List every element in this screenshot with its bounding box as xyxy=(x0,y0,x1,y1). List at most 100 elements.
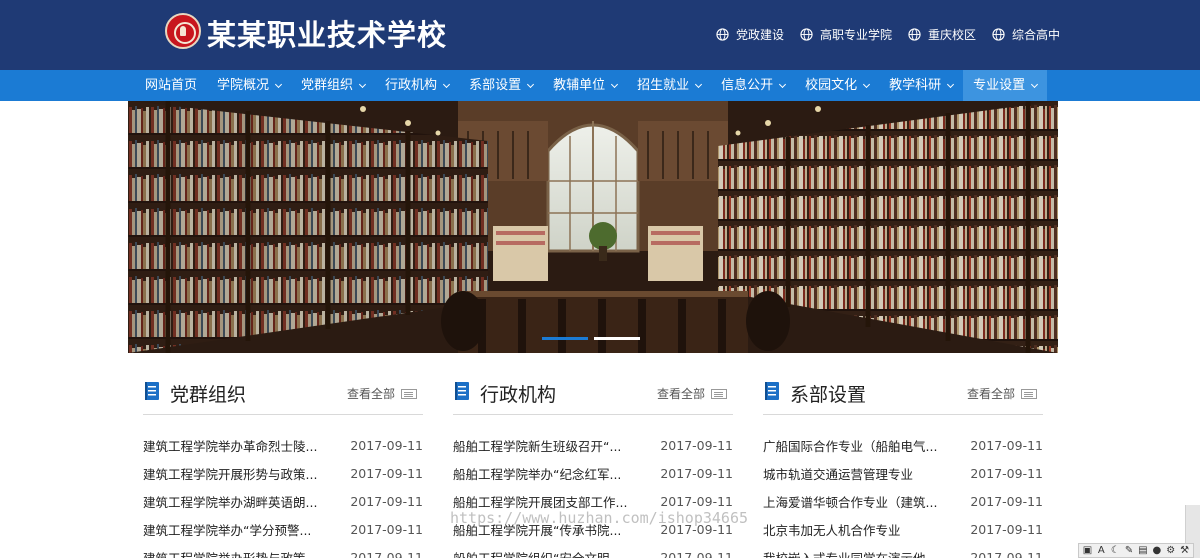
list-item[interactable]: 建筑工程学院举办革命烈士陵... 2017-09-11 xyxy=(143,431,423,459)
globe-icon xyxy=(800,28,813,41)
nav-item-party[interactable]: 党群组织 xyxy=(291,70,375,101)
chevron-down-icon xyxy=(779,80,787,88)
globe-icon xyxy=(716,28,729,41)
item-date: 2017-09-11 xyxy=(660,549,733,558)
pen-icon[interactable]: ✎ xyxy=(1124,545,1135,556)
top-links: 党政建设 高职专业学院 重庆校区 综合高中 xyxy=(716,26,1060,43)
wrench-icon[interactable]: ⚒ xyxy=(1179,545,1190,556)
list-item[interactable]: 建筑工程学院举办形势与政策... 2017-09-11 xyxy=(143,543,423,558)
list-item[interactable]: 船舶工程学院组织“安全文明... 2017-09-11 xyxy=(453,543,733,558)
nav-item-majors[interactable]: 专业设置 xyxy=(963,70,1048,101)
section-admin: 行政机构 查看全部 船舶工程学院新生班级召开“... 2017-09-11 船舶工… xyxy=(453,378,733,558)
nav-label: 招生就业 xyxy=(637,78,690,93)
top-link-vocational[interactable]: 高职专业学院 xyxy=(800,26,892,43)
nav-item-disclosure[interactable]: 信息公开 xyxy=(711,70,795,101)
chevron-down-icon xyxy=(443,80,451,88)
section-title: 系部设置 xyxy=(790,384,867,406)
item-title: 船舶工程学院组织“安全文明... xyxy=(453,550,622,558)
top-link-party[interactable]: 党政建设 xyxy=(716,26,784,43)
nav-label: 教辅单位 xyxy=(553,78,606,93)
item-title: 船舶工程学院新生班级召开“... xyxy=(453,438,622,454)
input-method-icon[interactable]: ▣ xyxy=(1082,545,1093,556)
main-nav: 网站首页 学院概况 党群组织 行政机构 系部设置 教辅单位 招生就业 信息公开 … xyxy=(0,70,1200,101)
site-title[interactable]: 某某职业技术学校 xyxy=(207,12,447,54)
item-title: 船舶工程学院开展“传承书院... xyxy=(453,522,622,538)
hero-banner[interactable] xyxy=(128,101,1058,353)
item-title: 北京韦加无人机合作专业 xyxy=(763,522,901,538)
list-item[interactable]: 上海爱谱华顿合作专业（建筑... 2017-09-11 xyxy=(763,487,1043,515)
item-date: 2017-09-11 xyxy=(970,465,1043,481)
section-header: 党群组织 查看全部 xyxy=(143,378,423,415)
view-all-link[interactable]: 查看全部 xyxy=(347,385,417,402)
item-title: 上海爱谱华顿合作专业（建筑... xyxy=(763,494,938,510)
item-date: 2017-09-11 xyxy=(350,437,423,453)
list-item[interactable]: 城市轨道交通运营管理专业 2017-09-11 xyxy=(763,459,1043,487)
nav-label: 专业设置 xyxy=(973,78,1026,93)
item-date: 2017-09-11 xyxy=(660,493,733,509)
news-list: 船舶工程学院新生班级召开“... 2017-09-11 船舶工程学院举办“纪念红军… xyxy=(453,431,733,558)
section-title: 党群组织 xyxy=(170,384,247,406)
chevron-down-icon xyxy=(274,80,283,88)
nav-item-research[interactable]: 教学科研 xyxy=(879,70,963,101)
item-title: 船舶工程学院举办“纪念红军... xyxy=(453,466,622,482)
item-title: 建筑工程学院举办革命烈士陵... xyxy=(143,438,318,454)
item-title: 船舶工程学院开展团支部工作... xyxy=(453,494,628,510)
nav-item-departments[interactable]: 系部设置 xyxy=(459,70,543,101)
nav-item-admissions[interactable]: 招生就业 xyxy=(627,70,711,101)
view-all-link[interactable]: 查看全部 xyxy=(657,385,727,402)
top-link-highschool[interactable]: 综合高中 xyxy=(992,26,1060,43)
list-item[interactable]: 船舶工程学院举办“纪念红军... 2017-09-11 xyxy=(453,459,733,487)
nav-label: 校园文化 xyxy=(805,78,858,93)
list-item[interactable]: 船舶工程学院开展团支部工作... 2017-09-11 xyxy=(453,487,733,515)
item-title: 建筑工程学院举办形势与政策... xyxy=(143,550,318,558)
chevron-down-icon xyxy=(947,80,955,88)
nav-item-culture[interactable]: 校园文化 xyxy=(795,70,879,101)
item-date: 2017-09-11 xyxy=(970,493,1043,509)
chevron-down-icon xyxy=(611,80,619,88)
globe-icon xyxy=(908,28,921,41)
item-title: 建筑工程学院开展形势与政策... xyxy=(143,466,318,482)
list-item[interactable]: 建筑工程学院举办湖畔英语朗... 2017-09-11 xyxy=(143,487,423,515)
globe-icon xyxy=(992,28,1005,41)
system-tray: ▣ A ☾ ✎ ▤ ● ⚙ ⚒ xyxy=(1078,543,1194,558)
view-all-link[interactable]: 查看全部 xyxy=(967,385,1037,402)
view-all-label: 查看全部 xyxy=(966,387,1015,401)
list-item[interactable]: 我校嵌入式专业同学在演示他... 2017-09-11 xyxy=(763,543,1043,558)
nav-item-overview[interactable]: 学院概况 xyxy=(207,70,291,101)
font-icon[interactable]: A xyxy=(1096,545,1107,556)
list-item[interactable]: 船舶工程学院开展“传承书院... 2017-09-11 xyxy=(453,515,733,543)
news-list: 广船国际合作专业（船舶电气... 2017-09-11 城市轨道交通运营管理专业 2… xyxy=(763,431,1043,558)
chevron-down-icon xyxy=(863,80,871,88)
list-item[interactable]: 建筑工程学院举办“学分预警... 2017-09-11 xyxy=(143,515,423,543)
list-item[interactable]: 广船国际合作专业（船舶电气... 2017-09-11 xyxy=(763,431,1043,459)
school-logo-icon[interactable] xyxy=(165,13,201,49)
banner-dot-1[interactable] xyxy=(542,337,588,340)
list-item[interactable]: 北京韦加无人机合作专业 2017-09-11 xyxy=(763,515,1043,543)
item-date: 2017-09-11 xyxy=(660,437,733,453)
settings-icon[interactable]: ⚙ xyxy=(1165,545,1176,556)
chevron-down-icon xyxy=(695,80,703,88)
item-title: 建筑工程学院举办湖畔英语朗... xyxy=(143,494,318,510)
banner-dot-2[interactable] xyxy=(594,337,640,340)
moon-icon[interactable]: ☾ xyxy=(1110,545,1121,556)
item-date: 2017-09-11 xyxy=(660,521,733,537)
item-date: 2017-09-11 xyxy=(970,549,1043,558)
news-list: 建筑工程学院举办革命烈士陵... 2017-09-11 建筑工程学院开展形势与政策… xyxy=(143,431,423,558)
list-item[interactable]: 建筑工程学院开展形势与政策... 2017-09-11 xyxy=(143,459,423,487)
top-link-chongqing[interactable]: 重庆校区 xyxy=(908,26,976,43)
nav-item-home[interactable]: 网站首页 xyxy=(135,70,207,101)
item-date: 2017-09-11 xyxy=(660,465,733,481)
user-icon[interactable]: ● xyxy=(1151,545,1162,556)
keyboard-icon[interactable]: ▤ xyxy=(1138,545,1149,556)
nav-label: 学院概况 xyxy=(217,78,270,93)
view-all-label: 查看全部 xyxy=(346,387,395,401)
view-all-label: 查看全部 xyxy=(656,387,705,401)
list-item[interactable]: 船舶工程学院新生班级召开“... 2017-09-11 xyxy=(453,431,733,459)
item-date: 2017-09-11 xyxy=(350,493,423,509)
nav-item-support[interactable]: 教辅单位 xyxy=(543,70,627,101)
section-party: 党群组织 查看全部 建筑工程学院举办革命烈士陵... 2017-09-11 建筑工… xyxy=(143,378,423,558)
nav-item-admin[interactable]: 行政机构 xyxy=(375,70,459,101)
nav-label: 教学科研 xyxy=(889,78,942,93)
top-link-label: 高职专业学院 xyxy=(819,28,892,42)
item-title: 我校嵌入式专业同学在演示他... xyxy=(763,550,938,558)
